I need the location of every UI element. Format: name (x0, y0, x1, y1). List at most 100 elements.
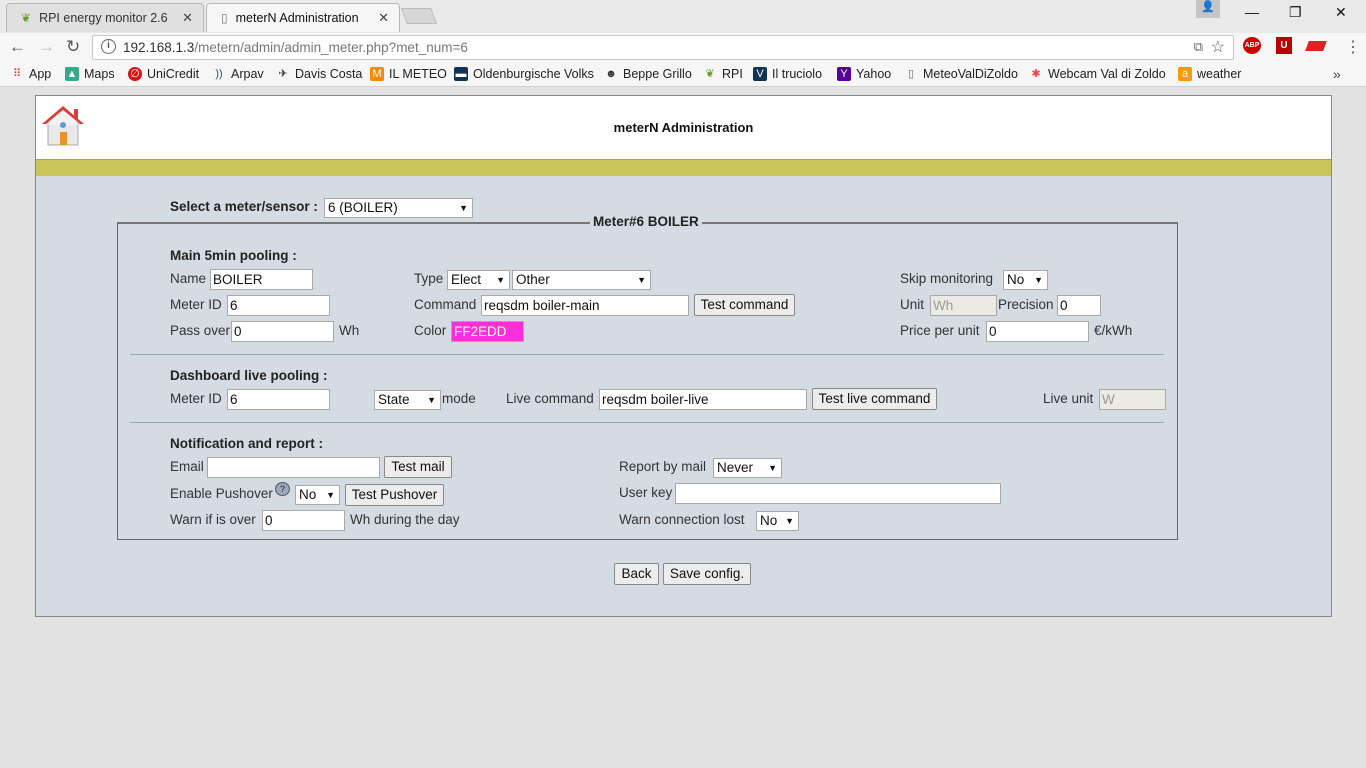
live-pooling-heading: Dashboard live pooling : (170, 368, 328, 383)
bookmark-star-icon[interactable]: ☆ (1211, 37, 1225, 57)
page-favicon-icon: ▯ (221, 11, 228, 25)
extension-red-icon[interactable] (1305, 41, 1327, 51)
live-meter-id-label: Meter ID (170, 391, 222, 406)
command-field[interactable]: reqsdm boiler-main (481, 295, 689, 316)
name-field[interactable]: BOILER (210, 269, 313, 290)
precision-field[interactable]: 0 (1057, 295, 1101, 316)
adblock-icon[interactable]: ABP (1243, 37, 1261, 54)
restore-icon[interactable]: ❐ (1289, 4, 1302, 21)
profile-icon[interactable]: 👤 (1196, 0, 1220, 18)
bookmark-oldenburgische[interactable]: ▬ Oldenburgische Volks (454, 67, 594, 81)
bookmark-rpi[interactable]: ❦ RPI (703, 67, 742, 81)
report-by-mail-select[interactable]: Never ▼ (713, 458, 782, 478)
section-divider (130, 354, 1164, 355)
maps-icon: ▲ (65, 67, 79, 81)
pushover-select[interactable]: No ▼ (295, 485, 340, 505)
bookmark-unicredit[interactable]: ∅ UniCredit (128, 67, 199, 81)
bookmarks-overflow-icon[interactable]: » (1333, 66, 1341, 82)
test-mail-button[interactable]: Test mail (384, 456, 452, 478)
warn-connection-label: Warn connection lost (619, 512, 745, 527)
chevron-down-icon: ▼ (637, 275, 646, 285)
pass-over-unit: Wh (339, 323, 360, 338)
ilmeteo-icon: M (370, 67, 384, 81)
rpi-icon: ❦ (705, 68, 715, 80)
back-button[interactable]: Back (614, 563, 659, 585)
grillo-icon: ☻ (605, 68, 617, 80)
close-tab-icon[interactable]: ✕ (182, 10, 193, 26)
live-command-field[interactable]: reqsdm boiler-live (599, 389, 807, 410)
unit-field: Wh (930, 295, 997, 316)
url-text[interactable]: 192.168.1.3/metern/admin/admin_meter.php… (123, 40, 468, 55)
meter-select-value: 6 (BOILER) (328, 200, 398, 215)
pushover-label: Enable Pushover (170, 486, 273, 501)
header-divider-bar (36, 159, 1331, 176)
reload-icon[interactable]: ↻ (66, 37, 80, 57)
pushover-help-icon[interactable]: ? (275, 482, 290, 496)
live-mode-select[interactable]: State ▼ (374, 390, 441, 410)
apps-grid-icon: ⠿ (12, 68, 22, 80)
live-mode-label: mode (442, 391, 476, 406)
type-select[interactable]: Elect ▼ (447, 270, 510, 290)
tab-label: meterN Administration (235, 11, 359, 25)
meter-select[interactable]: 6 (BOILER) ▼ (324, 198, 473, 218)
warn-over-field[interactable]: 0 (262, 510, 345, 531)
bookmark-weather[interactable]: a weather (1178, 67, 1241, 81)
info-icon[interactable]: i (101, 39, 116, 54)
new-tab-button[interactable] (401, 8, 437, 24)
browser-tab-bar: ❦ RPI energy monitor 2.6 ✕ ▯ meterN Admi… (0, 0, 1366, 33)
chevron-down-icon: ▼ (459, 203, 468, 213)
live-unit-field: W (1099, 389, 1166, 410)
yahoo-icon: Y (837, 67, 851, 81)
browser-tab-metern[interactable]: ▯ meterN Administration ✕ (206, 3, 400, 32)
skip-monitoring-select[interactable]: No ▼ (1003, 270, 1048, 290)
browser-tab-rpi[interactable]: ❦ RPI energy monitor 2.6 ✕ (6, 3, 204, 32)
test-pushover-button[interactable]: Test Pushover (345, 484, 444, 506)
save-config-button[interactable]: Save config. (663, 563, 751, 585)
test-command-button[interactable]: Test command (694, 294, 795, 316)
warn-over-label: Warn if is over (170, 512, 256, 527)
chevron-down-icon: ▼ (427, 395, 436, 405)
arpav-icon: )) (215, 68, 223, 80)
subtype-select[interactable]: Other ▼ (512, 270, 651, 290)
email-field[interactable] (207, 457, 380, 478)
bookmark-ilmeteo[interactable]: M IL METEO (370, 67, 447, 81)
window-close-icon[interactable]: ✕ (1335, 4, 1347, 21)
meter-id-field[interactable]: 6 (227, 295, 330, 316)
command-label: Command (414, 297, 477, 312)
warn-connection-select[interactable]: No ▼ (756, 511, 799, 531)
live-meter-id-field[interactable]: 6 (227, 389, 330, 410)
bookmark-maps[interactable]: ▲ Maps (65, 67, 115, 81)
page-header: meterN Administration (36, 96, 1331, 159)
bookmark-davis[interactable]: ✈ Davis Costa (276, 67, 362, 81)
browser-menu-icon[interactable]: ⋮ (1345, 37, 1361, 57)
back-arrow-icon[interactable]: ← (9, 37, 26, 57)
user-key-label: User key (619, 485, 673, 500)
browser-toolbar: ← → ↻ i 192.168.1.3/metern/admin/admin_m… (0, 33, 1366, 62)
bank-icon: ▬ (454, 67, 468, 81)
forward-arrow-icon[interactable]: → (38, 37, 55, 57)
address-bar[interactable]: i 192.168.1.3/metern/admin/admin_meter.p… (92, 35, 1234, 60)
unicredit-icon: ∅ (128, 67, 142, 81)
close-tab-icon[interactable]: ✕ (378, 10, 389, 26)
type-label: Type (414, 271, 444, 286)
report-by-mail-label: Report by mail (619, 459, 707, 474)
bookmark-meteovaldizoldo[interactable]: ▯ MeteoValDiZoldo (904, 67, 1018, 81)
translate-icon[interactable]: ⧉ (1194, 39, 1203, 55)
minimize-icon[interactable]: — (1245, 4, 1259, 20)
price-per-unit-field[interactable]: 0 (986, 321, 1089, 342)
section-divider (130, 422, 1164, 423)
test-live-command-button[interactable]: Test live command (812, 388, 937, 410)
truciolo-icon: V (753, 67, 767, 81)
user-key-field[interactable] (675, 483, 1001, 504)
extension-u-icon[interactable]: U (1276, 37, 1292, 54)
chevron-down-icon: ▼ (326, 490, 335, 500)
bookmark-truciolo[interactable]: V Il truciolo (753, 67, 822, 81)
pass-over-field[interactable]: 0 (231, 321, 334, 342)
color-field[interactable]: FF2EDD (451, 321, 524, 342)
bookmark-app[interactable]: ⠿ App (10, 67, 51, 81)
bookmark-arpav[interactable]: )) Arpav (212, 67, 263, 81)
bookmark-yahoo[interactable]: Y Yahoo (837, 67, 891, 81)
bookmark-webcam[interactable]: ✱ Webcam Val di Zoldo (1029, 67, 1165, 81)
bookmark-grillo[interactable]: ☻ Beppe Grillo (604, 67, 692, 81)
price-unit: €/kWh (1094, 323, 1133, 338)
